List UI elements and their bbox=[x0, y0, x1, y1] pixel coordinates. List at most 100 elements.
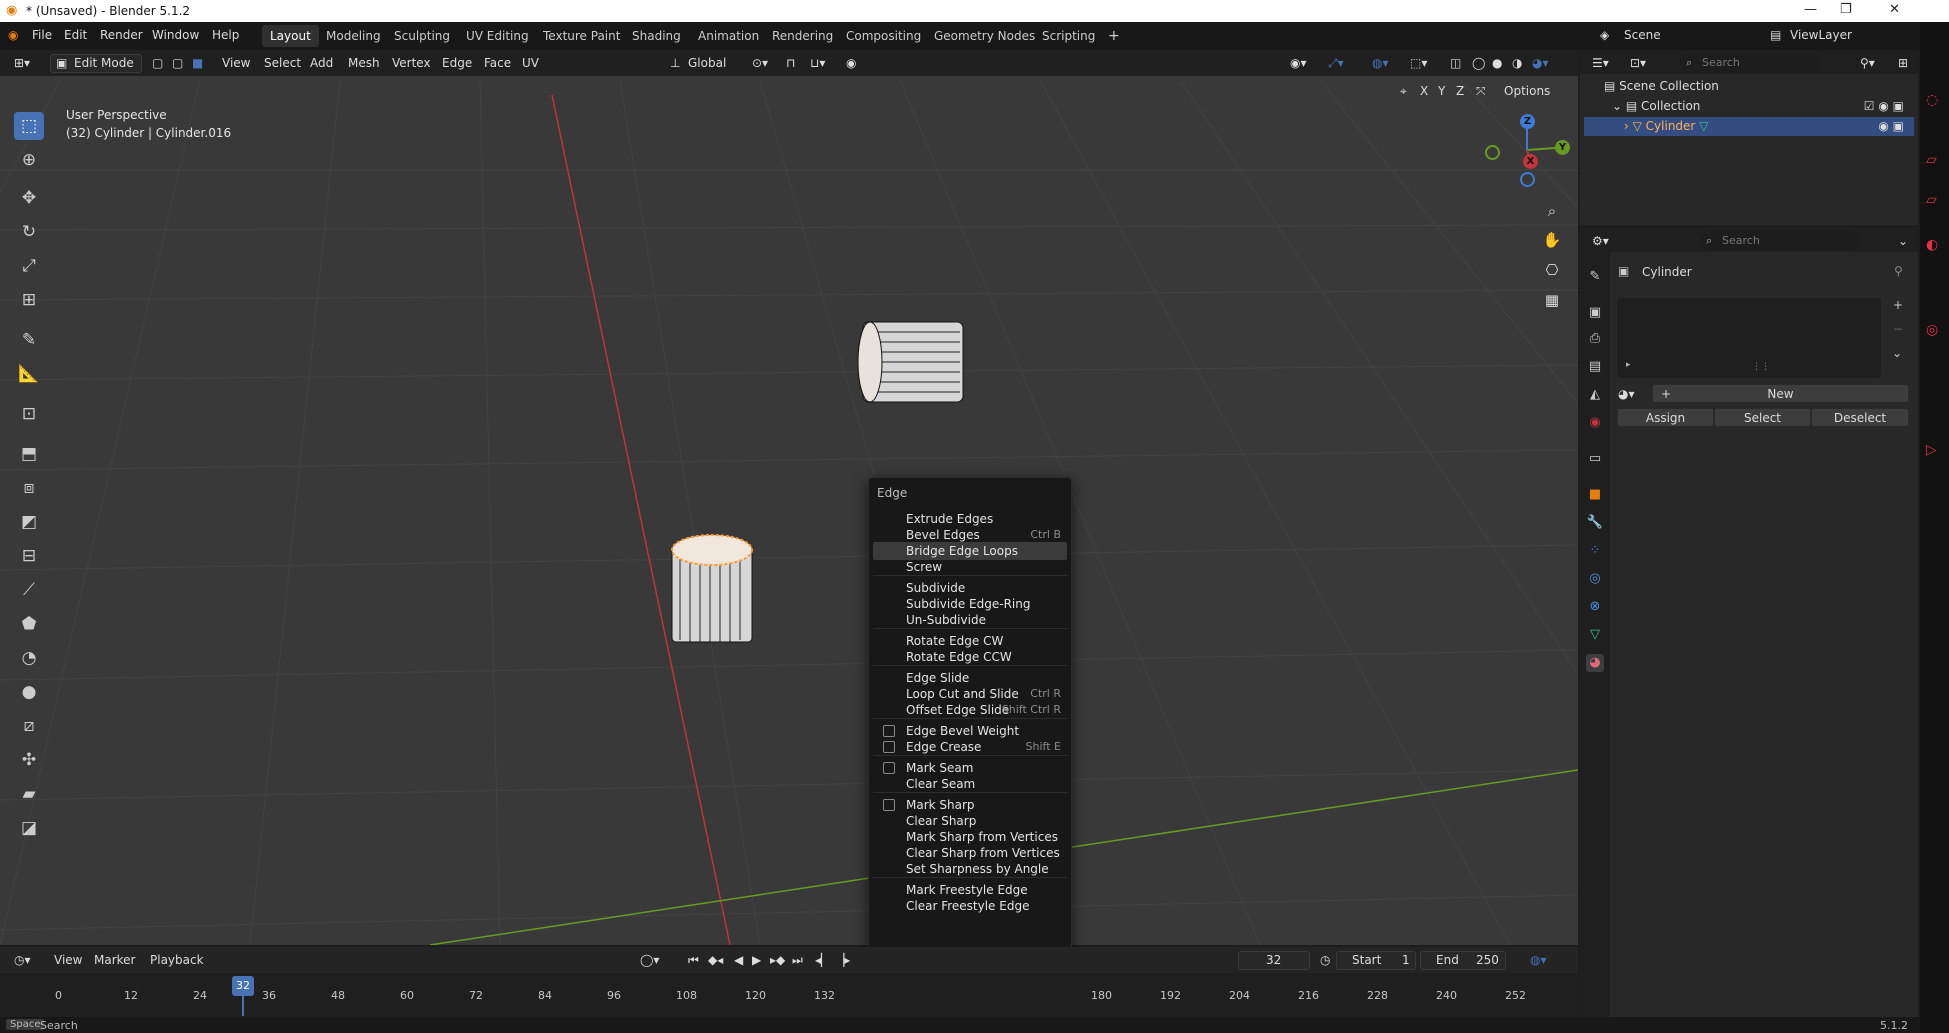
new-collection-icon[interactable]: ⊞ bbox=[1898, 54, 1908, 73]
edge-slide-tool-icon[interactable]: ⧄ bbox=[14, 712, 44, 740]
menu-item[interactable]: Rotate Edge CCW bbox=[873, 648, 1067, 666]
material-slot-list[interactable] bbox=[1617, 298, 1881, 378]
3d-viewport[interactable] bbox=[0, 50, 1578, 945]
editor-type-icon[interactable]: ⊞▾ bbox=[14, 54, 30, 73]
visibility-icon[interactable]: ◉▾ bbox=[1290, 54, 1307, 73]
add-slot-icon[interactable]: + bbox=[1893, 298, 1903, 312]
gizmo-z-axis[interactable]: Z bbox=[1520, 114, 1535, 129]
menu-window[interactable]: Window bbox=[152, 28, 199, 42]
menu-item[interactable]: Un-Subdivide bbox=[873, 611, 1067, 629]
properties-search[interactable]: ⌕ Search bbox=[1700, 231, 1860, 250]
select-box-tool-icon[interactable]: ⬚ bbox=[14, 112, 44, 140]
snap-icon[interactable]: ⊓ bbox=[786, 54, 795, 73]
add-cube-tool-icon[interactable]: ⊡ bbox=[14, 400, 44, 428]
cursor-tool-icon[interactable]: ⊕ bbox=[14, 146, 44, 174]
view-layer-name[interactable]: ViewLayer bbox=[1790, 28, 1852, 42]
tab-animation[interactable]: Animation bbox=[690, 25, 767, 47]
tab-scripting[interactable]: Scripting bbox=[1034, 25, 1103, 47]
wireframe-shading-icon[interactable]: ◯ bbox=[1472, 54, 1485, 73]
smooth-tool-icon[interactable]: ● bbox=[14, 678, 44, 706]
playhead[interactable]: 32 bbox=[232, 976, 254, 996]
viewport-menu-vertex[interactable]: Vertex bbox=[392, 54, 431, 73]
gizmo-toggle-icon[interactable]: ⤢▾ bbox=[1328, 54, 1344, 73]
tab-geometry-nodes[interactable]: Geometry Nodes bbox=[926, 25, 1043, 47]
modifier-tab-icon[interactable]: 🔧 bbox=[1586, 514, 1604, 532]
spin-tool-icon[interactable]: ◔ bbox=[14, 644, 44, 672]
remove-slot-icon[interactable]: − bbox=[1893, 322, 1903, 336]
menu-item[interactable]: Screw bbox=[873, 558, 1067, 576]
blender-menu-icon[interactable]: ◉ bbox=[8, 28, 18, 42]
new-material-button[interactable]: + New bbox=[1652, 384, 1909, 403]
vertex-select-icon[interactable]: ▢ bbox=[152, 54, 163, 73]
add-workspace-button[interactable]: + bbox=[1100, 25, 1128, 47]
gizmo-neg-y-axis[interactable] bbox=[1485, 145, 1500, 160]
tab-uv-editing[interactable]: UV Editing bbox=[458, 25, 537, 47]
clock-icon[interactable]: ◷ bbox=[1320, 951, 1330, 970]
move-tool-icon[interactable]: ✥ bbox=[14, 184, 44, 212]
play-icon[interactable]: ▶ bbox=[752, 951, 761, 970]
viewport-menu-select[interactable]: Select bbox=[264, 54, 301, 73]
transform-tool-icon[interactable]: ⊞ bbox=[14, 286, 44, 314]
outliner-editor-icon[interactable]: ☰▾ bbox=[1592, 54, 1609, 73]
tab-layout[interactable]: Layout bbox=[262, 25, 319, 47]
menu-edit[interactable]: Edit bbox=[64, 28, 87, 42]
deselect-button[interactable]: Deselect bbox=[1811, 408, 1909, 427]
solid-shading-icon[interactable]: ● bbox=[1492, 54, 1502, 73]
gizmo-neg-z-axis[interactable] bbox=[1520, 172, 1535, 187]
outliner-row-scene-collection[interactable]: ▤ Scene Collection bbox=[1584, 77, 1914, 96]
scene-name[interactable]: Scene bbox=[1624, 28, 1661, 42]
jump-end-icon[interactable]: ⏭ bbox=[792, 951, 803, 970]
pin-icon[interactable]: ⚲ bbox=[1894, 264, 1903, 278]
bevel-tool-icon[interactable]: ◩ bbox=[14, 508, 44, 536]
measure-tool-icon[interactable]: 📐 bbox=[14, 360, 44, 388]
face-select-icon[interactable]: ■ bbox=[192, 54, 203, 73]
gizmo-x-axis[interactable]: X bbox=[1523, 154, 1538, 169]
scene-tab-icon[interactable]: ◭ bbox=[1586, 386, 1604, 404]
axis-y-toggle[interactable]: Y bbox=[1438, 82, 1445, 101]
menu-render[interactable]: Render bbox=[100, 28, 143, 42]
annotate-tool-icon[interactable]: ✎ bbox=[14, 326, 44, 354]
display-mode-icon[interactable]: ⊡▾ bbox=[1630, 54, 1646, 73]
knife-tool-icon[interactable]: ⟋ bbox=[14, 576, 44, 604]
collection-tab-icon[interactable]: ▭ bbox=[1586, 450, 1604, 468]
timeline-editor-icon[interactable]: ◷▾ bbox=[14, 951, 31, 970]
properties-editor-icon[interactable]: ⚙▾ bbox=[1592, 232, 1609, 251]
inset-tool-icon[interactable]: ⧈ bbox=[14, 474, 44, 502]
rip-tool-icon[interactable]: ◪ bbox=[14, 814, 44, 842]
expand-icon[interactable]: ⌄ bbox=[1612, 99, 1626, 113]
overlay-toggle-icon[interactable]: ◍▾ bbox=[1372, 54, 1389, 73]
options-dropdown[interactable]: Options bbox=[1504, 82, 1550, 101]
tool-tab-icon[interactable]: ✎ bbox=[1586, 268, 1604, 286]
shrink-fatten-tool-icon[interactable]: ✣ bbox=[14, 746, 44, 774]
select-button[interactable]: Select bbox=[1714, 408, 1811, 427]
viewport-menu-add[interactable]: Add bbox=[310, 54, 333, 73]
axis-x-toggle[interactable]: X bbox=[1420, 82, 1428, 101]
xray-icon[interactable]: ◫ bbox=[1450, 54, 1461, 73]
render-tab-icon[interactable]: ▣ bbox=[1586, 304, 1604, 322]
options-chevron-icon[interactable]: ⌄ bbox=[1898, 232, 1908, 251]
prev-frame-icon[interactable]: ◂▏ bbox=[815, 951, 830, 970]
expand-triangle-icon[interactable]: ▸ bbox=[1626, 360, 1631, 370]
pivot-icon[interactable]: ⊙▾ bbox=[752, 54, 768, 73]
shear-tool-icon[interactable]: ▰ bbox=[14, 780, 44, 808]
symmetry-icon[interactable]: ⤧ bbox=[1476, 82, 1486, 101]
constraints-tab-icon[interactable]: ⊗ bbox=[1586, 598, 1604, 616]
material-tab-icon[interactable]: ◕ bbox=[1586, 654, 1604, 672]
tab-texture-paint[interactable]: Texture Paint bbox=[535, 25, 628, 47]
menu-item[interactable]: Clear Seam bbox=[873, 775, 1067, 793]
jump-start-icon[interactable]: ⏮ bbox=[688, 951, 699, 970]
material-shading-icon[interactable]: ◑ bbox=[1512, 54, 1522, 73]
gizmo-y-axis[interactable]: Y bbox=[1555, 140, 1570, 155]
object-tab-icon[interactable]: ■ bbox=[1586, 486, 1604, 504]
snap-target-icon[interactable]: ⊔▾ bbox=[810, 54, 825, 73]
tab-modeling[interactable]: Modeling bbox=[318, 25, 389, 47]
material-browse-icon[interactable]: ◕▾ bbox=[1618, 387, 1635, 401]
menu-help[interactable]: Help bbox=[212, 28, 239, 42]
axis-z-toggle[interactable]: Z bbox=[1456, 82, 1464, 101]
zoom-icon[interactable]: ⌕ bbox=[1541, 200, 1563, 222]
tab-sculpting[interactable]: Sculpting bbox=[386, 25, 458, 47]
slot-specials-icon[interactable]: ⌄ bbox=[1892, 346, 1902, 360]
world-tab-icon[interactable]: ◉ bbox=[1586, 414, 1604, 432]
edge-select-icon[interactable]: ▢ bbox=[172, 54, 183, 73]
mirror-icon[interactable]: ⌖ bbox=[1400, 82, 1407, 101]
